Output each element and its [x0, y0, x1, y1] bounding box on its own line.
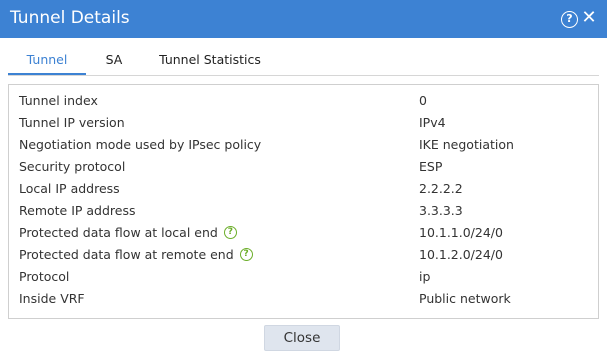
detail-row: Inside VRF Public network	[9, 288, 598, 310]
close-button[interactable]: Close	[264, 325, 340, 351]
question-help-icon[interactable]: ?	[239, 248, 253, 261]
field-label: Tunnel IP version	[19, 115, 125, 130]
tunnel-details-panel: Tunnel index 0 Tunnel IP version IPv4 Ne…	[8, 84, 599, 319]
field-value: Public network	[419, 291, 511, 306]
field-label: Remote IP address	[19, 203, 136, 218]
detail-row: Tunnel IP version IPv4	[9, 112, 598, 134]
field-value: ESP	[419, 159, 443, 174]
dialog-title: Tunnel Details	[10, 8, 130, 28]
field-value: 3.3.3.3	[419, 203, 463, 218]
detail-row: Security protocol ESP	[9, 156, 598, 178]
field-label: Negotiation mode used by IPsec policy	[19, 137, 262, 152]
detail-row: Protected data flow at local end? 10.1.1…	[9, 222, 598, 244]
detail-row: Protected data flow at remote end? 10.1.…	[9, 244, 598, 266]
field-label-text: Protected data flow at remote end	[19, 247, 234, 262]
question-help-icon[interactable]: ?	[223, 226, 237, 239]
detail-row: Protocol ip	[9, 266, 598, 288]
field-value: IPv4	[419, 115, 446, 130]
field-label: Security protocol	[19, 159, 126, 174]
tab-bar: Tunnel SA Tunnel Statistics	[8, 46, 599, 76]
field-value: 2.2.2.2	[419, 181, 463, 196]
field-label: Protected data flow at local end?	[19, 222, 237, 244]
tab-divider	[8, 75, 599, 76]
tab-tunnel-statistics[interactable]: Tunnel Statistics	[154, 46, 266, 76]
field-value: ip	[419, 269, 431, 284]
field-label: Protocol	[19, 269, 70, 284]
field-value: 10.1.1.0/24/0	[419, 225, 503, 240]
detail-row: Remote IP address 3.3.3.3	[9, 200, 598, 222]
field-label: Protected data flow at remote end?	[19, 244, 253, 266]
field-value: IKE negotiation	[419, 137, 514, 152]
detail-row: Negotiation mode used by IPsec policy IK…	[9, 134, 598, 156]
field-label: Local IP address	[19, 181, 120, 196]
tab-tunnel[interactable]: Tunnel	[8, 46, 86, 76]
field-label: Inside VRF	[19, 291, 85, 306]
field-label: Tunnel index	[19, 93, 98, 108]
dialog-titlebar: Tunnel Details ? ✕	[0, 0, 607, 38]
field-value: 0	[419, 93, 427, 108]
help-icon[interactable]: ?	[561, 11, 578, 28]
close-icon[interactable]: ✕	[580, 8, 598, 28]
detail-row: Tunnel index 0	[9, 90, 598, 112]
tab-sa[interactable]: SA	[94, 46, 134, 76]
detail-row: Local IP address 2.2.2.2	[9, 178, 598, 200]
field-label-text: Protected data flow at local end	[19, 225, 218, 240]
field-value: 10.1.2.0/24/0	[419, 247, 503, 262]
